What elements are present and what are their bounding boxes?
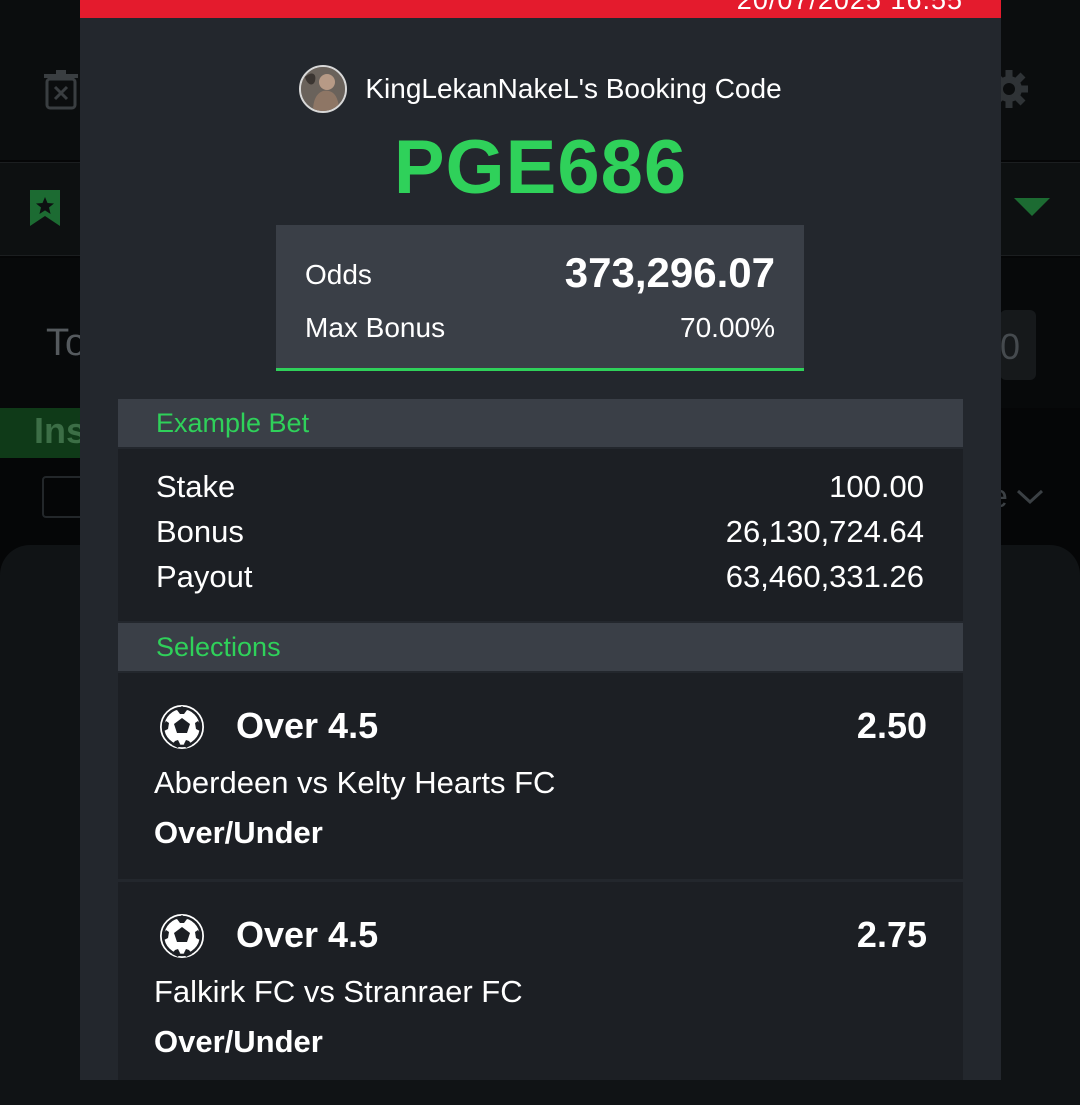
payout-value: 63,460,331.26: [725, 559, 924, 594]
dropdown-caret-icon[interactable]: [1014, 198, 1050, 218]
example-row-stake: Stake 100.00: [156, 469, 924, 509]
soccer-ball-icon: [158, 912, 206, 960]
selections-header: Selections: [118, 623, 963, 671]
stake-value: 100.00: [829, 469, 924, 504]
selection-match: Falkirk FC vs Stranraer FC: [154, 974, 523, 1009]
trash-icon[interactable]: [44, 70, 78, 110]
bonus-label: Bonus: [156, 514, 244, 549]
bonus-value: 26,130,724.64: [725, 514, 924, 549]
booking-code[interactable]: PGE686: [80, 124, 1001, 211]
background-button-label: Ins: [34, 410, 87, 451]
selection-item[interactable]: Over 4.5 2.50 Aberdeen vs Kelty Hearts F…: [118, 673, 963, 879]
bookmark-icon[interactable]: [30, 190, 60, 226]
selection-market: Over/Under: [154, 815, 323, 850]
selection-pick: Over 4.5: [236, 914, 379, 955]
odds-value: 373,296.07: [564, 249, 775, 296]
example-bet-title: Example Bet: [156, 408, 310, 438]
odds-label: Odds: [305, 259, 372, 290]
chevron-down-icon[interactable]: [1016, 488, 1044, 506]
example-bet-header: Example Bet: [118, 399, 963, 447]
max-bonus-value: 70.00%: [680, 312, 775, 343]
selection-item[interactable]: Over 4.5 2.75 Falkirk FC vs Stranraer FC…: [118, 882, 963, 1080]
example-row-bonus: Bonus 26,130,724.64: [156, 514, 924, 554]
example-row-payout: Payout 63,460,331.26: [156, 559, 924, 599]
selection-odds: 2.75: [856, 914, 927, 955]
modal-date: 20/07/2025 16:55: [736, 0, 963, 15]
odds-summary: Odds 373,296.07 Max Bonus 70.00%: [276, 225, 804, 371]
selection-match: Aberdeen vs Kelty Hearts FC: [154, 765, 556, 800]
soccer-ball-icon: [158, 703, 206, 751]
selection-market: Over/Under: [154, 1024, 323, 1059]
payout-label: Payout: [156, 559, 253, 594]
booking-owner-label: KingLekanNakeL's Booking Code: [365, 73, 782, 104]
booking-owner: KingLekanNakeL's Booking Code: [80, 64, 1001, 114]
selection-pick: Over 4.5: [236, 705, 379, 746]
selections-title: Selections: [156, 632, 281, 662]
selection-odds: 2.50: [856, 705, 927, 746]
booking-code-modal: 20/07/2025 16:55 KingLekanNakeL's Bookin…: [80, 0, 1001, 1080]
avatar-image: [301, 67, 346, 111]
background-value: 0: [1000, 326, 1021, 367]
example-bet-body: Stake 100.00 Bonus 26,130,724.64 Payout …: [118, 449, 963, 621]
selections-list: Over 4.5 2.50 Aberdeen vs Kelty Hearts F…: [118, 673, 963, 1080]
max-bonus-label: Max Bonus: [305, 312, 446, 343]
modal-header-bar: 20/07/2025 16:55: [80, 0, 1001, 18]
avatar[interactable]: [299, 65, 348, 113]
stake-label: Stake: [156, 469, 236, 504]
